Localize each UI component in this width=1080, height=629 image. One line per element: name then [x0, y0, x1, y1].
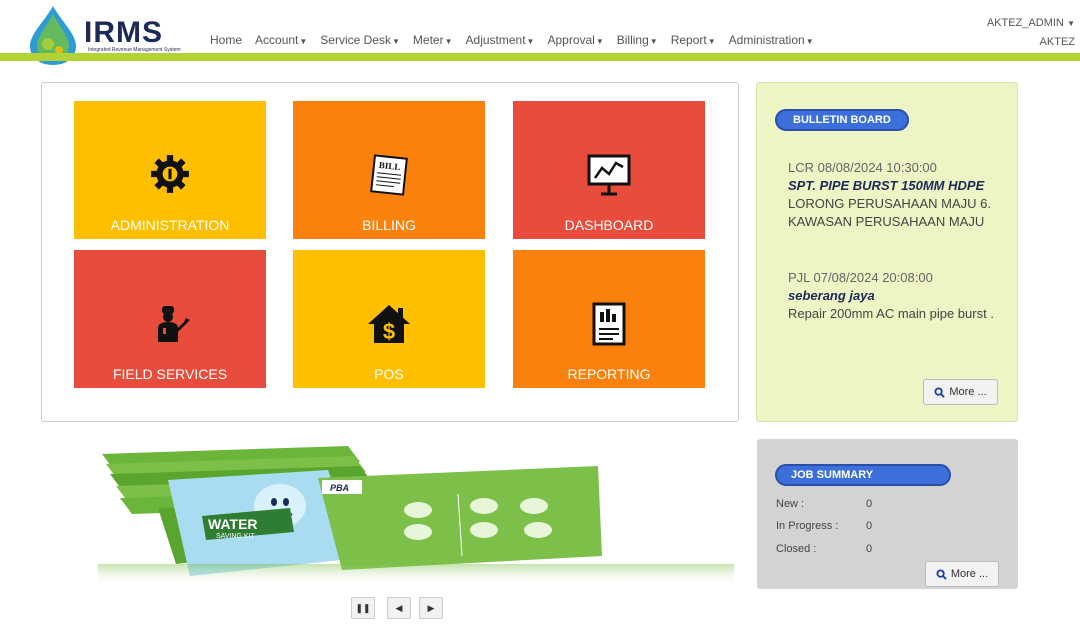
- chevron-down-icon: ▼: [444, 37, 453, 46]
- bulletin-stamp: LCR 08/08/2024 10:30:00: [788, 160, 937, 175]
- tile-reporting[interactable]: REPORTING: [513, 250, 705, 388]
- house-dollar-icon: $: [368, 305, 410, 344]
- kit-subtitle: SAVING KIT: [216, 533, 255, 540]
- nav-item-approval[interactable]: Approval▼: [542, 33, 608, 47]
- job-value-in-progress: 0: [866, 520, 873, 532]
- job-label-new: New :: [776, 498, 805, 510]
- chevron-down-icon: ▼: [299, 37, 308, 46]
- tile-pos[interactable]: $ POS: [293, 250, 485, 388]
- arrow-left-icon: ◀: [395, 602, 403, 613]
- nav-item-report[interactable]: Report▼: [666, 33, 721, 47]
- bulletin-item[interactable]: PJL 07/08/2024 20:08:00 seberang jaya Re…: [788, 269, 998, 323]
- search-icon: [936, 568, 947, 580]
- chevron-down-icon: ▼: [1064, 19, 1075, 28]
- bulletin-headline: seberang jaya: [788, 288, 875, 303]
- more-label: More ...: [950, 568, 989, 580]
- header: IRMS Integrated Revenue Management Syste…: [0, 0, 1080, 65]
- tile-label: POS: [374, 366, 404, 382]
- next-slide-button[interactable]: ▶: [419, 597, 443, 619]
- user-menu[interactable]: AKTEZ_ADMIN ▼ AKTEZ: [987, 14, 1075, 51]
- bulletin-title: BULLETIN BOARD: [775, 109, 909, 131]
- nav-item-service-desk[interactable]: Service Desk▼: [315, 33, 405, 47]
- nav-item-label: Home: [210, 33, 243, 47]
- nav-item-label: Approval: [547, 33, 595, 47]
- nav-item-label: Service Desk: [320, 33, 391, 47]
- nav-item-label: Account: [255, 33, 299, 47]
- job-summary-title: JOB SUMMARY: [775, 464, 951, 486]
- banner-slider[interactable]: WATER SAVING KIT PBA: [98, 436, 734, 586]
- bulletin-body: LORONG PERUSAHAAN MAJU 6. KAWASAN PERUSA…: [788, 196, 991, 229]
- bulletin-board: BULLETIN BOARD LCR 08/08/2024 10:30:00 S…: [756, 82, 1018, 422]
- job-summary: JOB SUMMARY New : 0 In Progress : 0 Clos…: [757, 439, 1018, 589]
- job-value-closed: 0: [866, 543, 873, 555]
- tile-label: REPORTING: [567, 366, 651, 382]
- dashboard-chart-icon: [587, 154, 631, 196]
- tile-label: ADMINISTRATION: [110, 217, 230, 233]
- header-divider: [0, 53, 1080, 61]
- kit-brand: PBA: [330, 483, 349, 493]
- prev-slide-button[interactable]: ◀: [387, 597, 411, 619]
- more-label: More ...: [949, 386, 987, 398]
- bulletin-headline: SPT. PIPE BURST 150MM HDPE: [788, 178, 985, 193]
- nav-item-account[interactable]: Account▼: [250, 33, 312, 47]
- nav-item-label: Report: [670, 33, 707, 47]
- slider-controls: ❚❚ ◀ ▶: [351, 597, 443, 619]
- chevron-down-icon: ▼: [707, 37, 716, 46]
- bill-icon: BILL: [370, 154, 408, 196]
- job-label-closed: Closed :: [776, 543, 817, 555]
- worker-icon: [158, 306, 190, 342]
- job-value-new: 0: [866, 498, 873, 510]
- bulletin-item[interactable]: LCR 08/08/2024 10:30:00 SPT. PIPE BURST …: [788, 159, 998, 231]
- nav-item-label: Meter: [412, 33, 444, 47]
- job-summary-more-button[interactable]: More ...: [925, 561, 999, 587]
- module-tiles-panel: ADMINISTRATION BILL BILLING DASHBOARD FI…: [41, 82, 739, 422]
- pause-button[interactable]: ❚❚: [351, 597, 375, 619]
- tile-field-services[interactable]: FIELD SERVICES: [74, 250, 266, 388]
- tile-administration[interactable]: ADMINISTRATION: [74, 101, 266, 239]
- user-org: AKTEZ: [1039, 36, 1075, 48]
- job-label-in-progress: In Progress :: [776, 520, 839, 532]
- report-icon: [592, 302, 626, 346]
- username[interactable]: AKTEZ_ADMIN: [987, 17, 1064, 29]
- tile-label: FIELD SERVICES: [112, 366, 228, 382]
- kit-title: WATER: [208, 516, 258, 532]
- nav-item-administration[interactable]: Administration▼: [724, 33, 819, 47]
- chevron-down-icon: ▼: [805, 37, 814, 46]
- water-saving-kit-image: WATER SAVING KIT PBA: [98, 446, 734, 586]
- bulletin-body: Repair 200mm AC main pipe burst .: [788, 306, 994, 321]
- nav-item-label: Administration: [728, 33, 805, 47]
- tile-dashboard[interactable]: DASHBOARD: [513, 101, 705, 239]
- svg-text:$: $: [383, 319, 395, 344]
- tile-label: BILLING: [362, 217, 416, 233]
- tile-label: DASHBOARD: [564, 217, 654, 233]
- nav-item-label: Billing: [616, 33, 649, 47]
- logo-text: IRMS: [84, 16, 163, 49]
- nav-item-meter[interactable]: Meter▼: [408, 33, 458, 47]
- nav-item-label: Adjustment: [465, 33, 526, 47]
- bulletin-more-button[interactable]: More ...: [923, 379, 998, 405]
- nav-item-home[interactable]: Home: [205, 33, 247, 47]
- nav-item-billing[interactable]: Billing▼: [612, 33, 663, 47]
- chevron-down-icon: ▼: [649, 37, 658, 46]
- gear-icon: [151, 155, 189, 193]
- bulletin-stamp: PJL 07/08/2024 20:08:00: [788, 270, 933, 285]
- chevron-down-icon: ▼: [391, 37, 400, 46]
- search-icon: [934, 386, 946, 398]
- chevron-down-icon: ▼: [595, 37, 604, 46]
- main-nav: Home Account▼ Service Desk▼ Meter▼ Adjustmen…: [205, 33, 822, 47]
- pause-icon: ❚❚: [355, 602, 371, 613]
- chevron-down-icon: ▼: [526, 37, 535, 46]
- tile-billing[interactable]: BILL BILLING: [293, 101, 485, 239]
- nav-item-adjustment[interactable]: Adjustment▼: [461, 33, 540, 47]
- arrow-right-icon: ▶: [427, 602, 435, 613]
